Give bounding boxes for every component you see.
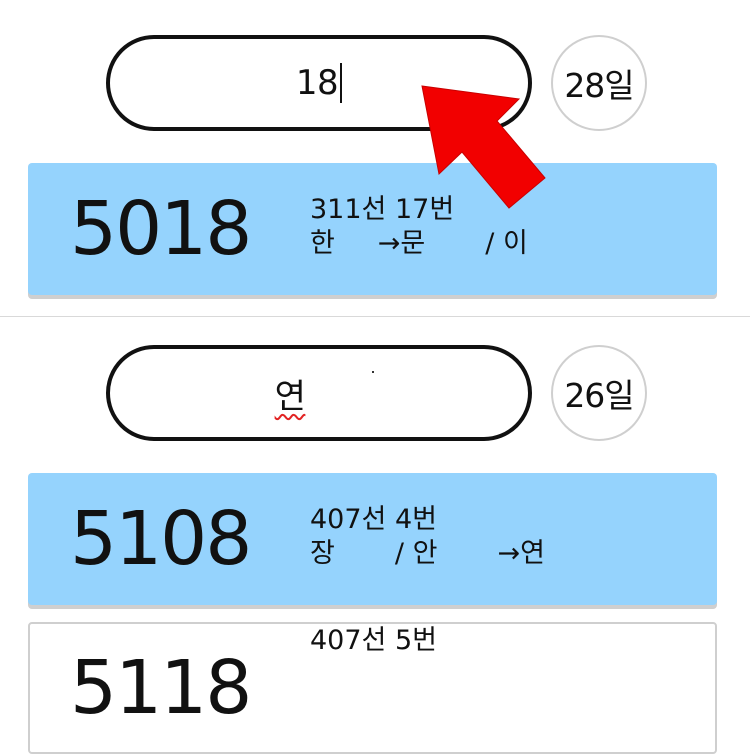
spellcheck-underline: 연 — [275, 369, 364, 418]
day-count-badge[interactable]: 26일 — [551, 345, 647, 441]
card-line-1: 407선 5번 — [310, 625, 437, 656]
result-card[interactable]: 5108 407선 4번 장 / 안 →연 — [28, 473, 717, 605]
result-card[interactable]: 5118 407선 5번 — [28, 622, 717, 754]
card-number: 5108 — [70, 496, 252, 582]
card-number: 5118 — [70, 645, 252, 731]
card-line-1: 407선 4번 — [310, 504, 437, 535]
search-input-text[interactable]: 연 — [110, 349, 528, 437]
card-line-2: 장 / 안 →연 — [310, 538, 545, 569]
search-value: 연 — [274, 376, 306, 417]
section-divider — [0, 316, 750, 317]
card-meta: 407선 5번 — [310, 624, 437, 658]
day-count-label: 26일 — [564, 376, 634, 415]
card-meta: 407선 4번 장 / 안 →연 — [310, 503, 545, 571]
search-input[interactable]: 연 — [106, 345, 532, 441]
composition-dot — [372, 371, 374, 373]
